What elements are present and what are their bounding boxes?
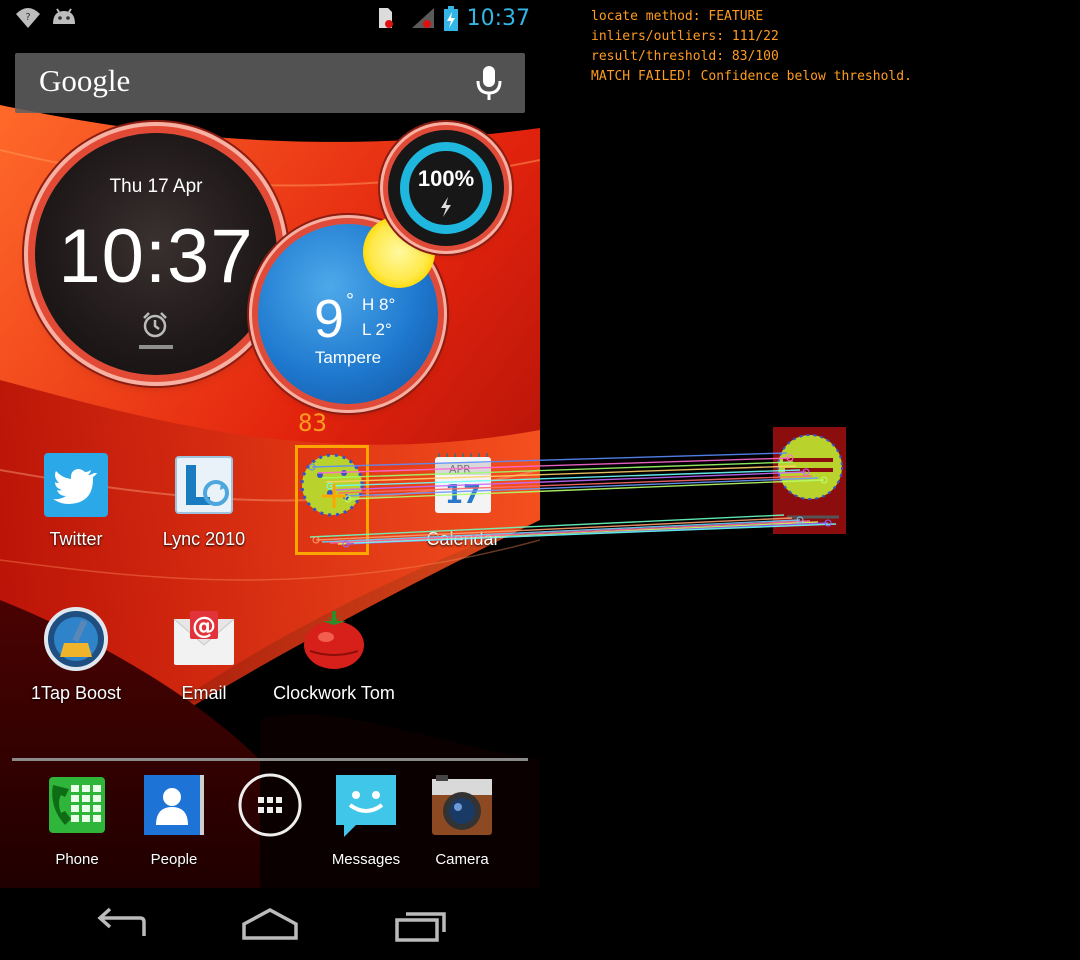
- feature-match-lines: [308, 452, 837, 548]
